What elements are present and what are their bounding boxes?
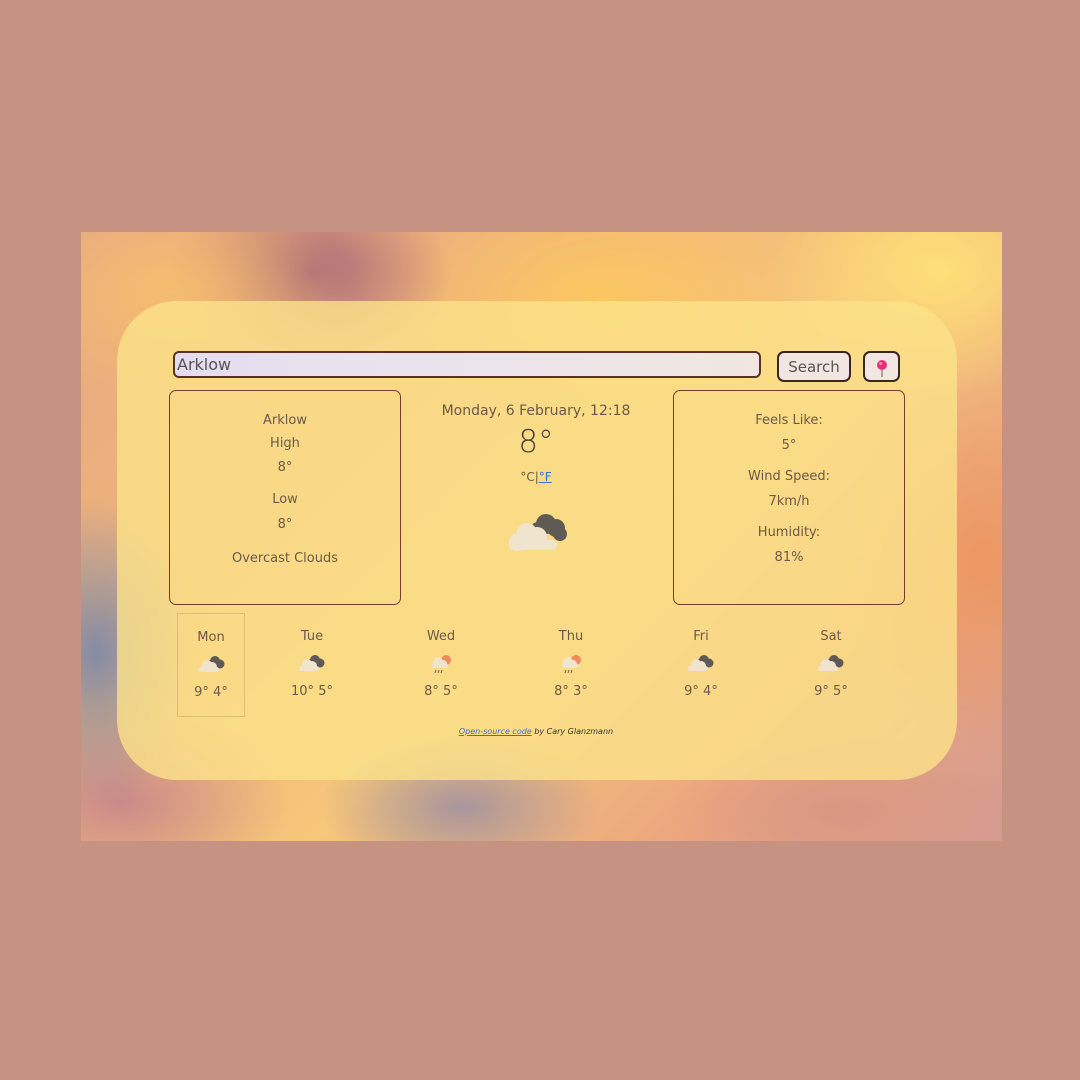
search-button[interactable]: Search [777, 351, 851, 382]
map-pin-icon [876, 359, 887, 377]
forecast-day-name: Thu [558, 629, 584, 644]
rain-sun-icon [556, 653, 586, 679]
forecast-temps: 9° 4° [684, 684, 718, 699]
forecast-day-name: Wed [426, 629, 456, 644]
conditions-panel: Feels Like: 5° Wind Speed: 7km/h Humidit… [673, 390, 905, 605]
forecast-temps: 9° 5° [814, 684, 848, 699]
forecast-day-name: Sat [820, 629, 842, 644]
high-label: High [270, 436, 300, 451]
footer-author: by Cary Glanzmann [531, 727, 614, 736]
current-datetime: Monday, 6 February, 12:18 [441, 403, 631, 419]
temperature-summary-panel: Arklow High 8° Low 8° Overcast Clouds [169, 390, 401, 605]
overcast-clouds-icon [686, 653, 716, 677]
forecast-day-mon[interactable]: Mon 9° 4° [177, 613, 245, 717]
search-input[interactable] [173, 351, 761, 378]
unit-switcher: °C|°F [400, 470, 672, 484]
forecast-day-name: Fri [693, 629, 709, 644]
forecast-day-wed[interactable]: Wed 8° 5° [407, 613, 475, 717]
city-name: Arklow [263, 413, 307, 428]
forecast-day-tue[interactable]: Tue 10° 5° [278, 613, 346, 717]
humidity-value: 81% [774, 550, 804, 565]
feels-like-value: 5° [781, 438, 797, 453]
forecast-temps: 8° 5° [424, 684, 458, 699]
current-temperature: 8° [518, 424, 554, 460]
overcast-clouds-icon [506, 510, 570, 558]
forecast-day-fri[interactable]: Fri 9° 4° [667, 613, 735, 717]
forecast-day-name: Mon [197, 630, 225, 645]
rain-sun-icon [426, 653, 456, 679]
low-label: Low [272, 492, 298, 507]
forecast-day-sat[interactable]: Sat 9° 5° [797, 613, 865, 717]
overcast-clouds-icon [816, 653, 846, 677]
humidity-label: Humidity: [757, 525, 821, 540]
high-value: 8° [277, 460, 293, 475]
forecast-temps: 9° 4° [194, 685, 228, 700]
forecast-temps: 10° 5° [291, 684, 333, 699]
fahrenheit-link[interactable]: °F [539, 470, 552, 484]
low-value: 8° [277, 517, 293, 532]
wind-speed-value: 7km/h [768, 494, 810, 509]
forecast-day-name: Tue [300, 629, 324, 644]
weather-description: Overcast Clouds [231, 551, 338, 566]
forecast-day-thu[interactable]: Thu 8° 3° [537, 613, 605, 717]
forecast-temps: 8° 3° [554, 684, 588, 699]
overcast-clouds-icon [297, 653, 327, 677]
feels-like-label: Feels Like: [755, 413, 823, 428]
celsius-unit: °C [520, 470, 535, 484]
footer-credit: Open-source code by Cary Glanzmann [400, 727, 672, 736]
open-source-link[interactable]: Open-source code [459, 727, 532, 736]
wind-speed-label: Wind Speed: [748, 469, 830, 484]
current-location-button[interactable] [863, 351, 900, 382]
overcast-clouds-icon [197, 654, 227, 678]
